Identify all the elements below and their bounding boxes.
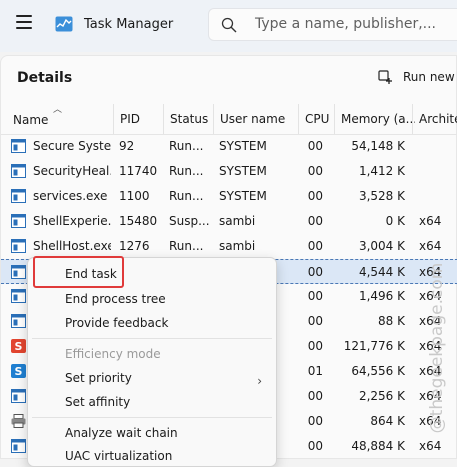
- cell-pid: 92: [119, 139, 135, 153]
- cell-memory: 3,528 K: [358, 189, 405, 203]
- process-window-icon: [11, 139, 26, 153]
- cell-memory: 64,556 K: [351, 364, 405, 378]
- cell-status: Susp...: [169, 214, 210, 228]
- cell-cpu: 00: [307, 214, 323, 228]
- cell-memory: 4,544 K: [358, 265, 405, 279]
- cell-name: Secure System: [33, 139, 111, 153]
- menu-item-set-priority[interactable]: Set priority: [65, 371, 132, 385]
- column-header-memory[interactable]: Memory (a...: [334, 104, 415, 134]
- cell-cpu: 00: [307, 289, 323, 303]
- run-new-task-button[interactable]: Run new t: [378, 69, 457, 89]
- cell-memory: 1,412 K: [358, 164, 405, 178]
- watermark-text: @thegeekpage.com: [427, 262, 447, 434]
- app-title: Task Manager: [84, 17, 174, 32]
- cell-name: ShellHost.exe: [33, 239, 111, 253]
- cell-memory: 3,004 K: [358, 239, 405, 253]
- snagit-editor-icon: S: [11, 364, 26, 378]
- cell-name: services.exe: [33, 189, 108, 203]
- cell-pid: 15480: [119, 214, 158, 228]
- search-icon: [221, 17, 237, 33]
- end-task-highlight-box: [33, 256, 124, 288]
- cell-memory: 2,256 K: [358, 389, 405, 403]
- column-header-cpu[interactable]: CPU: [298, 104, 333, 134]
- menu-item-uac-virtualization[interactable]: UAC virtualization: [65, 449, 172, 463]
- cell-cpu: 00: [307, 314, 323, 328]
- menu-divider: [32, 417, 272, 418]
- cell-architecture: x64: [419, 214, 442, 228]
- column-header-architecture[interactable]: Archite: [412, 104, 457, 134]
- cell-cpu: 00: [307, 164, 323, 178]
- process-window-icon: [11, 439, 26, 453]
- column-header-status[interactable]: Status: [163, 104, 212, 134]
- table-row[interactable]: services.exe 1100 Run... SYSTEM 00 3,528 K: [1, 184, 457, 209]
- svg-text:S: S: [15, 365, 23, 378]
- page-title: Details: [17, 70, 73, 86]
- cell-cpu: 00: [307, 239, 323, 253]
- cell-memory: 88 K: [378, 314, 405, 328]
- cell-status: Run...: [169, 189, 204, 203]
- cell-pid: 1276: [119, 239, 150, 253]
- menu-divider: [32, 338, 272, 339]
- search-box[interactable]: Type a name, publisher,...: [208, 8, 457, 41]
- cell-username: SYSTEM: [219, 189, 267, 203]
- title-bar: Task Manager Type a name, publisher,...: [0, 0, 457, 52]
- chevron-right-icon: ›: [257, 374, 262, 388]
- search-input-placeholder[interactable]: Type a name, publisher,...: [255, 16, 436, 32]
- table-row[interactable]: ShellExperie... 15480 Susp... sambi 00 0 K x64: [1, 209, 457, 234]
- menu-item-efficiency-mode: Efficiency mode: [65, 347, 161, 361]
- svg-text:S: S: [15, 340, 23, 353]
- process-window-icon: [11, 164, 26, 178]
- column-header-pid[interactable]: PID: [113, 104, 162, 134]
- cell-status: Run...: [169, 239, 204, 253]
- context-menu: End task End process tree Provide feedba…: [27, 257, 277, 467]
- process-window-icon: [11, 289, 26, 303]
- cell-memory: 864 K: [370, 414, 405, 428]
- process-window-icon: [11, 189, 26, 203]
- table-header: Name PID Status User name CPU Memory (a.…: [1, 104, 457, 135]
- process-window-icon: [11, 389, 26, 403]
- menu-item-end-process-tree[interactable]: End process tree: [65, 292, 166, 306]
- cell-cpu: 00: [307, 139, 323, 153]
- cell-cpu: 01: [307, 364, 323, 378]
- process-window-icon: [11, 239, 26, 253]
- cell-status: Run...: [169, 139, 204, 153]
- cell-status: Run...: [169, 164, 204, 178]
- cell-cpu: 00: [307, 189, 323, 203]
- table-row[interactable]: SecurityHeal... 11740 Run... SYSTEM 00 1,412 …: [1, 159, 457, 184]
- process-window-icon: [11, 265, 26, 279]
- printer-icon: [11, 414, 26, 428]
- process-window-icon: [11, 314, 26, 328]
- process-window-icon: [11, 214, 26, 228]
- cell-cpu: 00: [307, 265, 323, 279]
- menu-item-provide-feedback[interactable]: Provide feedback: [65, 316, 168, 330]
- cell-pid: 11740: [119, 164, 158, 178]
- cell-cpu: 00: [307, 339, 323, 353]
- cell-username: sambi: [219, 239, 256, 253]
- cell-username: SYSTEM: [219, 139, 267, 153]
- cell-memory: 48,884 K: [351, 439, 405, 453]
- cell-pid: 1100: [119, 189, 150, 203]
- run-new-task-label: Run new t: [403, 70, 457, 84]
- cell-name: SecurityHeal...: [33, 164, 111, 178]
- table-row[interactable]: Secure System 92 Run... SYSTEM 00 54,148 K: [1, 134, 457, 159]
- column-header-name[interactable]: Name: [13, 113, 103, 127]
- cell-username: sambi: [219, 214, 256, 228]
- cell-memory: 1,496 K: [358, 289, 405, 303]
- snagit-icon: S: [11, 339, 26, 353]
- cell-memory: 0 K: [385, 214, 405, 228]
- cell-cpu: 00: [307, 414, 323, 428]
- cell-name: ShellExperie...: [33, 214, 111, 228]
- cell-cpu: 00: [307, 439, 323, 453]
- menu-icon[interactable]: [16, 15, 32, 29]
- task-manager-icon: [55, 16, 73, 32]
- cell-memory: 54,148 K: [351, 139, 405, 153]
- cell-username: SYSTEM: [219, 164, 267, 178]
- cell-memory: 121,776 K: [343, 339, 405, 353]
- run-task-icon: [378, 70, 392, 84]
- watermark: @thegeekpage.com: [425, 248, 447, 448]
- cell-cpu: 00: [307, 389, 323, 403]
- menu-item-analyze-wait-chain[interactable]: Analyze wait chain: [65, 426, 178, 440]
- column-header-username[interactable]: User name: [213, 104, 296, 134]
- menu-item-set-affinity[interactable]: Set affinity: [65, 395, 130, 409]
